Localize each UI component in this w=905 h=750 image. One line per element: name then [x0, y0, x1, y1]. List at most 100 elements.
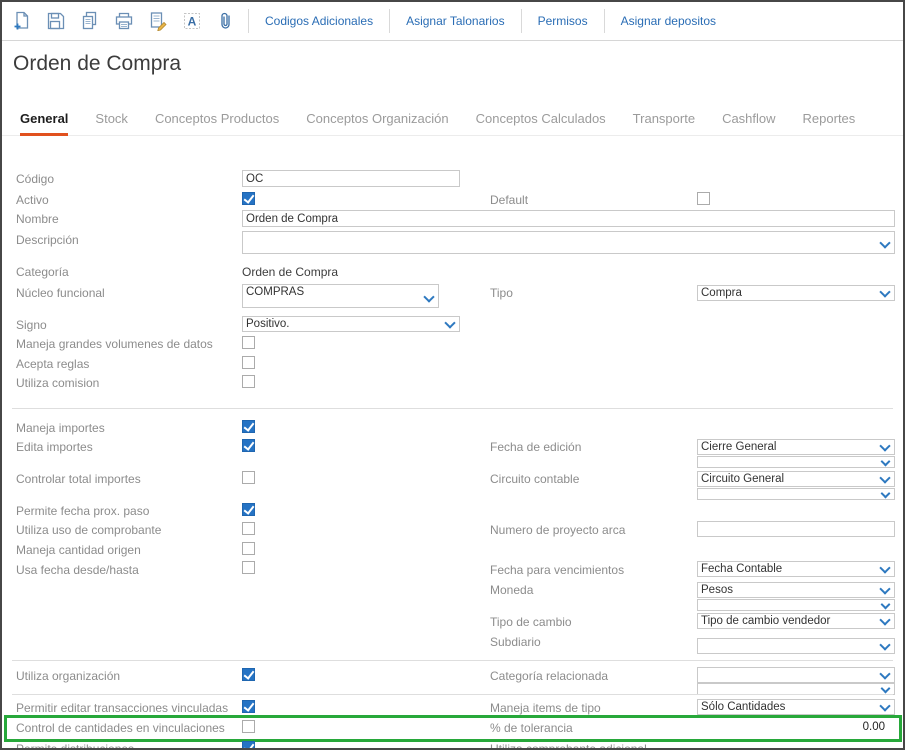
circuito-contable-value: Circuito General	[701, 473, 784, 485]
activo-label: Activo	[16, 193, 49, 207]
print-button[interactable]	[110, 7, 138, 35]
signo-select[interactable]: Positivo.	[242, 316, 460, 332]
chevron-down-icon[interactable]	[879, 700, 890, 711]
categoria-relacionada-label: Categoría relacionada	[490, 669, 608, 683]
descripcion-select[interactable]	[242, 231, 895, 254]
chevron-down-icon[interactable]	[879, 668, 890, 679]
tab-conceptos-productos[interactable]: Conceptos Productos	[155, 104, 279, 136]
nucleo-funcional-label: Núcleo funcional	[16, 286, 105, 300]
usa-fecha-desde-hasta-checkbox[interactable]	[242, 561, 255, 574]
moneda-label: Moneda	[490, 583, 533, 597]
toolbar-link-permisos[interactable]: Permisos	[521, 9, 604, 33]
descripcion-label: Descripción	[16, 233, 79, 247]
controlar-total-importes-label: Controlar total importes	[16, 472, 141, 486]
utiliza-organizacion-checkbox[interactable]	[242, 668, 255, 681]
nucleo-funcional-select[interactable]: COMPRAS	[242, 284, 439, 308]
chevron-down-icon[interactable]	[423, 291, 434, 302]
toolbar-link-asignar-talonarios[interactable]: Asignar Talonarios	[389, 9, 521, 33]
maneja-importes-checkbox[interactable]	[242, 420, 255, 433]
toolbar-link-asignar-depositos[interactable]: Asignar depositos	[604, 9, 732, 33]
copy-button[interactable]	[76, 7, 104, 35]
acepta-reglas-checkbox[interactable]	[242, 356, 255, 369]
tab-conceptos-calculados[interactable]: Conceptos Calculados	[476, 104, 606, 136]
fecha-edicion-select[interactable]: Cierre General	[697, 439, 895, 455]
control-cantidades-vinculaciones-label: Control de cantidades en vinculaciones	[16, 721, 225, 735]
chevron-down-icon[interactable]	[879, 286, 890, 297]
nombre-input[interactable]	[242, 210, 895, 227]
utiliza-comision-label: Utiliza comision	[16, 376, 99, 390]
tab-reportes[interactable]: Reportes	[803, 104, 856, 136]
fecha-para-vencimientos-label: Fecha para vencimientos	[490, 563, 624, 577]
tab-cashflow[interactable]: Cashflow	[722, 104, 775, 136]
maneja-items-de-tipo-select[interactable]: Sólo Cantidades	[697, 699, 895, 715]
subdiario-select[interactable]	[697, 638, 895, 654]
moneda-select[interactable]: Pesos	[697, 582, 895, 598]
tab-transporte[interactable]: Transporte	[633, 104, 695, 136]
tab-bar: General Stock Conceptos Productos Concep…	[2, 104, 903, 136]
attachment-icon	[216, 11, 236, 31]
chevron-down-icon[interactable]	[879, 583, 890, 594]
attachment-button[interactable]	[212, 7, 240, 35]
svg-text:A: A	[188, 15, 197, 29]
nombre-label: Nombre	[16, 212, 59, 226]
fecha-edicion-value: Cierre General	[701, 441, 776, 453]
chevron-down-icon[interactable]	[881, 684, 891, 694]
fecha-para-vencimientos-select[interactable]: Fecha Contable	[697, 561, 895, 577]
edita-importes-checkbox[interactable]	[242, 439, 255, 452]
chevron-down-icon[interactable]	[881, 489, 891, 499]
font-button[interactable]: A	[178, 7, 206, 35]
chevron-down-icon[interactable]	[879, 614, 890, 625]
control-cantidades-vinculaciones-checkbox[interactable]	[242, 720, 255, 733]
tab-stock[interactable]: Stock	[95, 104, 128, 136]
tolerancia-value[interactable]: 0.00	[863, 721, 885, 733]
maneja-cantidad-origen-checkbox[interactable]	[242, 542, 255, 555]
tipo-de-cambio-label: Tipo de cambio	[490, 615, 572, 629]
categoria-value: Orden de Compra	[242, 265, 338, 279]
circuito-contable-label: Circuito contable	[490, 472, 579, 486]
fecha-edicion-secondary-select[interactable]	[697, 456, 895, 468]
codigo-input[interactable]	[242, 170, 460, 187]
permite-fecha-prox-paso-checkbox[interactable]	[242, 503, 255, 516]
save-button[interactable]	[42, 7, 70, 35]
new-document-button[interactable]	[8, 7, 36, 35]
tipo-value: Compra	[701, 287, 742, 299]
tipo-de-cambio-select[interactable]: Tipo de cambio vendedor	[697, 613, 895, 629]
circuito-contable-secondary-select[interactable]	[697, 488, 895, 500]
maneja-cantidad-origen-label: Maneja cantidad origen	[16, 543, 141, 557]
subdiario-label: Subdiario	[490, 635, 541, 649]
permite-distribuciones-label: Permite distribuciones	[16, 742, 134, 750]
tab-general[interactable]: General	[20, 104, 68, 136]
moneda-secondary-select[interactable]	[697, 599, 895, 611]
chevron-down-icon[interactable]	[879, 237, 890, 248]
fecha-para-vencimientos-value: Fecha Contable	[701, 563, 782, 575]
default-label: Default	[490, 193, 528, 207]
chevron-down-icon[interactable]	[879, 639, 890, 650]
permitir-editar-transacciones-checkbox[interactable]	[242, 700, 255, 713]
document-edit-button[interactable]	[144, 7, 172, 35]
tipo-de-cambio-value: Tipo de cambio vendedor	[701, 615, 830, 627]
utiliza-uso-comprobante-checkbox[interactable]	[242, 522, 255, 535]
circuito-contable-select[interactable]: Circuito General	[697, 471, 895, 487]
chevron-down-icon[interactable]	[881, 600, 891, 610]
activo-checkbox[interactable]	[242, 192, 255, 205]
chevron-down-icon[interactable]	[879, 440, 890, 451]
chevron-down-icon[interactable]	[881, 457, 891, 467]
categoria-relacionada-select[interactable]	[697, 667, 895, 683]
toolbar-link-codigos-adicionales[interactable]: Codigos Adicionales	[248, 9, 389, 33]
tipo-select[interactable]: Compra	[697, 285, 895, 301]
permite-distribuciones-checkbox[interactable]	[242, 741, 255, 750]
tab-conceptos-organizacion[interactable]: Conceptos Organización	[306, 104, 448, 136]
app-window: A Codigos Adicionales Asignar Talonarios…	[0, 0, 905, 750]
default-checkbox[interactable]	[697, 192, 710, 205]
codigo-label: Código	[16, 172, 54, 186]
chevron-down-icon[interactable]	[444, 317, 455, 328]
usa-fecha-desde-hasta-label: Usa fecha desde/hasta	[16, 563, 139, 577]
maneja-grandes-volumenes-checkbox[interactable]	[242, 336, 255, 349]
utiliza-comision-checkbox[interactable]	[242, 375, 255, 388]
divider	[12, 660, 893, 661]
signo-value: Positivo.	[246, 318, 289, 330]
chevron-down-icon[interactable]	[879, 472, 890, 483]
chevron-down-icon[interactable]	[879, 562, 890, 573]
numero-proyecto-arca-input[interactable]	[697, 521, 895, 537]
controlar-total-importes-checkbox[interactable]	[242, 471, 255, 484]
